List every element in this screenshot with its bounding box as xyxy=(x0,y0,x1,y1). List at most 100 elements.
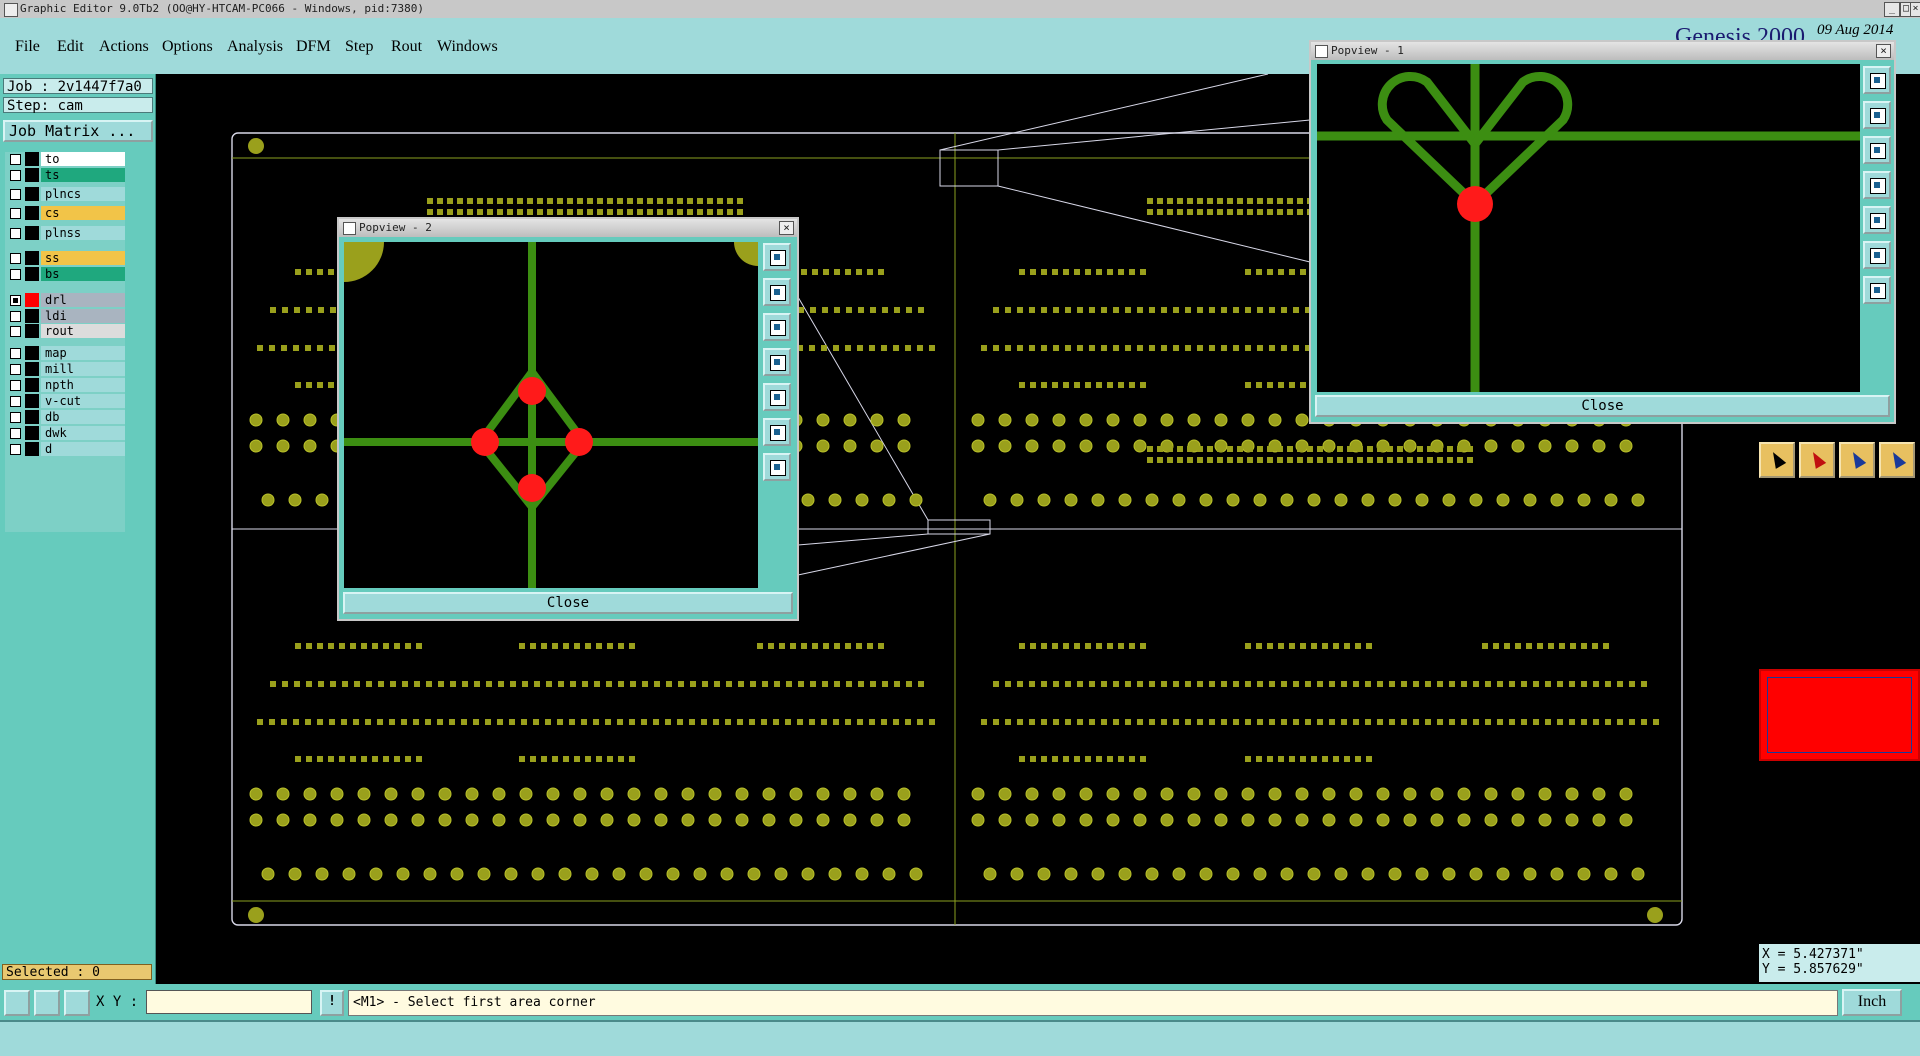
popview-2-close-button[interactable]: Close xyxy=(343,592,793,614)
menu-rout[interactable]: Rout xyxy=(391,38,422,56)
layer-checkbox[interactable] xyxy=(10,208,21,219)
popview-1-titlebar[interactable]: Popview - 1 × xyxy=(1311,42,1894,60)
popview-1-close-icon[interactable]: × xyxy=(1876,44,1891,58)
smd-pad xyxy=(1197,446,1203,452)
layer-display-swatch[interactable] xyxy=(25,226,39,240)
popview-1-view[interactable] xyxy=(1317,64,1860,392)
layer-row-to[interactable]: to xyxy=(5,152,125,166)
select-path-tool-button[interactable] xyxy=(1879,442,1915,478)
layer-display-swatch[interactable] xyxy=(25,251,39,265)
popview-pan-right-button[interactable] xyxy=(763,383,791,411)
layer-row-ts[interactable]: ts xyxy=(5,168,125,182)
layer-display-swatch[interactable] xyxy=(25,442,39,456)
job-matrix-button[interactable]: Job Matrix ... xyxy=(3,120,153,142)
units-button[interactable]: Inch xyxy=(1842,989,1902,1016)
layer-checkbox[interactable] xyxy=(10,396,21,407)
select-net-tool-button[interactable] xyxy=(1839,442,1875,478)
smd-pad xyxy=(1533,719,1539,725)
layer-checkbox[interactable] xyxy=(10,444,21,455)
smd-pad xyxy=(1217,198,1223,204)
layer-display-swatch[interactable] xyxy=(25,324,39,338)
layer-display-swatch[interactable] xyxy=(25,206,39,220)
popview-zoom-fit-button[interactable] xyxy=(763,243,791,271)
layer-row-rout[interactable]: rout xyxy=(5,324,125,338)
layer-row-cs[interactable]: cs xyxy=(5,206,125,220)
layer-display-swatch[interactable] xyxy=(25,362,39,376)
menu-actions[interactable]: Actions xyxy=(99,38,149,56)
menu-step[interactable]: Step xyxy=(345,38,373,56)
layer-display-swatch[interactable] xyxy=(25,378,39,392)
layer-color-preview[interactable] xyxy=(1759,669,1920,761)
popview-2-view[interactable] xyxy=(344,242,758,588)
layer-checkbox[interactable] xyxy=(10,189,21,200)
popview-pan-down-button[interactable] xyxy=(1863,136,1891,164)
popview-1-close-button[interactable]: Close xyxy=(1315,395,1890,417)
popview-zoom-out-button[interactable] xyxy=(1863,276,1891,304)
menu-options[interactable]: Options xyxy=(162,38,213,56)
layer-checkbox[interactable] xyxy=(10,269,21,280)
layer-display-swatch[interactable] xyxy=(25,267,39,281)
layer-row-dwk[interactable]: dwk xyxy=(5,426,125,440)
layer-checkbox[interactable] xyxy=(10,311,21,322)
layer-row-npth[interactable]: npth xyxy=(5,378,125,392)
popview-pan-down-button[interactable] xyxy=(763,313,791,341)
layer-row-plncs[interactable]: plncs xyxy=(5,187,125,201)
popview-zoom-in-button[interactable] xyxy=(763,418,791,446)
menu-analysis[interactable]: Analysis xyxy=(227,38,283,56)
measure-mode-button[interactable] xyxy=(34,990,60,1016)
close-window-button[interactable]: × xyxy=(1910,2,1920,17)
layer-row-map[interactable]: map xyxy=(5,346,125,360)
layer-display-swatch[interactable] xyxy=(25,394,39,408)
popview-zoom-fit-button[interactable] xyxy=(1863,66,1891,94)
minimize-button[interactable]: _ xyxy=(1884,2,1900,17)
layer-display-swatch[interactable] xyxy=(25,293,39,307)
layer-checkbox[interactable] xyxy=(10,380,21,391)
layer-display-swatch[interactable] xyxy=(25,426,39,440)
popview-zoom-out-button[interactable] xyxy=(763,453,791,481)
layer-checkbox[interactable] xyxy=(10,228,21,239)
popview-pan-up-button[interactable] xyxy=(1863,101,1891,129)
popview-pan-right-button[interactable] xyxy=(1863,206,1891,234)
layer-row-mill[interactable]: mill xyxy=(5,362,125,376)
popview-2-close-icon[interactable]: × xyxy=(779,221,794,235)
smd-pad xyxy=(450,681,456,687)
popview-pan-left-button[interactable] xyxy=(763,348,791,376)
popview-pan-left-button[interactable] xyxy=(1863,171,1891,199)
xy-input[interactable] xyxy=(146,990,312,1014)
menu-dfm[interactable]: DFM xyxy=(296,38,331,56)
layer-row-d[interactable]: d xyxy=(5,442,125,456)
layer-display-swatch[interactable] xyxy=(25,309,39,323)
layer-checkbox[interactable] xyxy=(10,412,21,423)
layer-row-drl[interactable]: drl xyxy=(5,293,125,307)
layer-row-ldi[interactable]: ldi xyxy=(5,309,125,323)
execute-button[interactable]: ! xyxy=(320,990,344,1016)
popview-2-titlebar[interactable]: Popview - 2 × xyxy=(339,219,797,237)
menu-edit[interactable]: Edit xyxy=(57,38,84,56)
layer-row-plnss[interactable]: plnss xyxy=(5,226,125,240)
layer-row-db[interactable]: db xyxy=(5,410,125,424)
grid-mode-button[interactable] xyxy=(64,990,90,1016)
layer-display-swatch[interactable] xyxy=(25,152,39,166)
layer-row-ss[interactable]: ss xyxy=(5,251,125,265)
menu-file[interactable]: File xyxy=(15,38,40,56)
menu-windows[interactable]: Windows xyxy=(437,38,498,56)
layer-checkbox[interactable] xyxy=(10,154,21,165)
layer-checkbox[interactable] xyxy=(10,364,21,375)
select-tool-button[interactable] xyxy=(1759,442,1795,478)
layer-checkbox[interactable] xyxy=(10,170,21,181)
layer-checkbox[interactable] xyxy=(10,428,21,439)
layer-display-swatch[interactable] xyxy=(25,168,39,182)
layer-display-swatch[interactable] xyxy=(25,410,39,424)
popview-zoom-in-button[interactable] xyxy=(1863,241,1891,269)
layer-row-v-cut[interactable]: v-cut xyxy=(5,394,125,408)
layer-checkbox[interactable] xyxy=(10,295,21,306)
layer-checkbox[interactable] xyxy=(10,253,21,264)
snap-mode-button[interactable] xyxy=(4,990,30,1016)
layer-display-swatch[interactable] xyxy=(25,346,39,360)
popview-pan-up-button[interactable] xyxy=(763,278,791,306)
select-add-tool-button[interactable] xyxy=(1799,442,1835,478)
layer-row-bs[interactable]: bs xyxy=(5,267,125,281)
layer-display-swatch[interactable] xyxy=(25,187,39,201)
layer-checkbox[interactable] xyxy=(10,326,21,337)
layer-checkbox[interactable] xyxy=(10,348,21,359)
